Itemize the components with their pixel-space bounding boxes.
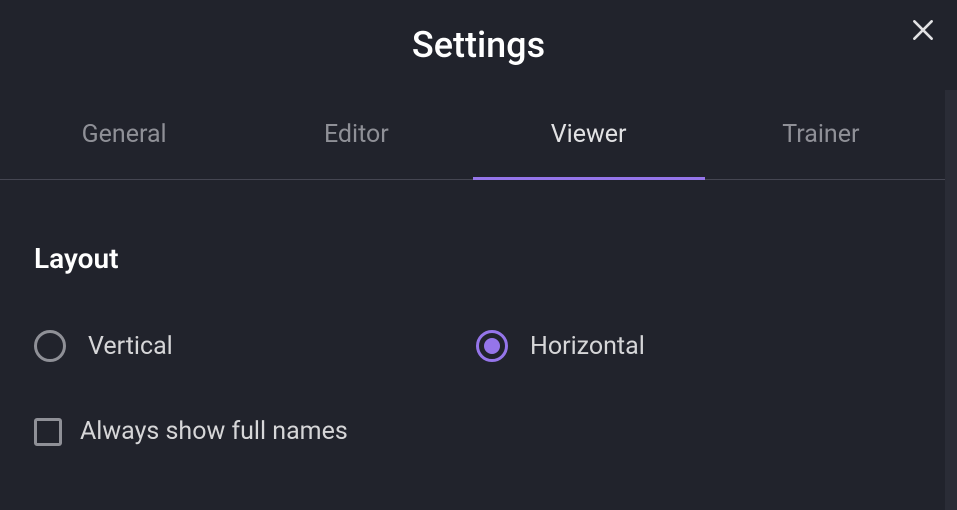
close-icon <box>910 17 936 43</box>
radio-option-vertical[interactable]: Vertical <box>34 330 476 362</box>
dialog-title: Settings <box>412 24 545 66</box>
tab-general[interactable]: General <box>8 90 240 179</box>
tab-viewer[interactable]: Viewer <box>473 90 705 179</box>
checkbox-indicator <box>34 418 62 446</box>
checkbox-show-full-names[interactable]: Always show full names <box>34 417 923 446</box>
section-title-layout: Layout <box>34 242 923 275</box>
settings-content: Layout Vertical Horizontal Always show f… <box>0 180 957 446</box>
radio-label-vertical: Vertical <box>88 332 173 361</box>
scrollbar[interactable] <box>945 90 957 510</box>
tabs-container: General Editor Viewer Trainer <box>0 90 945 180</box>
checkbox-label-full-names: Always show full names <box>80 417 348 446</box>
radio-indicator-vertical <box>34 330 66 362</box>
layout-radio-group: Vertical Horizontal <box>34 330 923 362</box>
dialog-header: Settings <box>0 0 957 90</box>
radio-indicator-horizontal <box>476 330 508 362</box>
close-button[interactable] <box>907 14 939 46</box>
tab-trainer[interactable]: Trainer <box>705 90 937 179</box>
tab-editor[interactable]: Editor <box>240 90 472 179</box>
radio-option-horizontal[interactable]: Horizontal <box>476 330 918 362</box>
radio-label-horizontal: Horizontal <box>530 332 645 361</box>
